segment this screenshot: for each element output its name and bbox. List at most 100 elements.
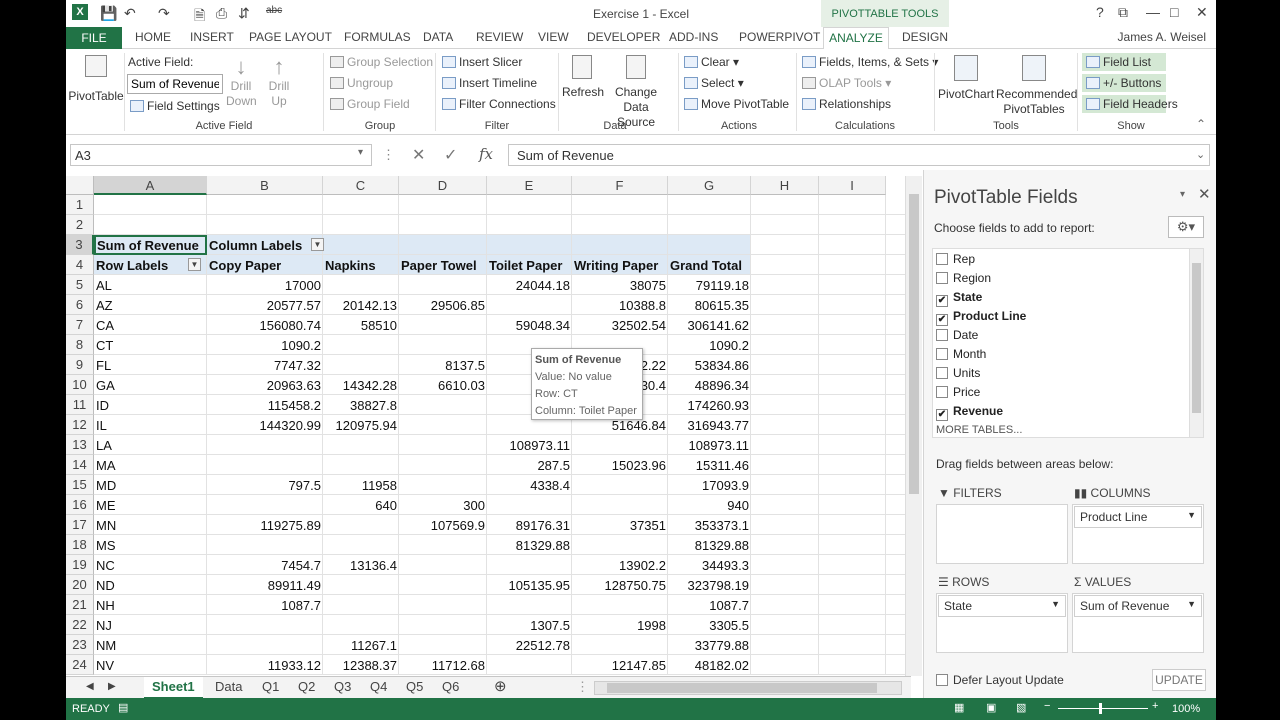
pivot-header-cell[interactable]: Grand Total [668,255,751,275]
row-header-11[interactable]: 11 [66,395,94,415]
zoom-in-icon[interactable]: + [1152,700,1158,712]
collapse-ribbon-icon[interactable]: ⌃ [1196,117,1206,131]
rows-item[interactable]: State ▼ [938,595,1066,617]
row-label-cell[interactable]: AL [94,275,207,295]
values-item-dropdown-icon[interactable]: ▼ [1187,599,1196,609]
insert-function-icon[interactable]: fx [479,145,493,163]
sheet-tab-q3[interactable]: Q3 [334,679,351,694]
sheet-tab-q2[interactable]: Q2 [298,679,315,694]
checkbox-icon[interactable] [936,348,948,360]
sheet-tab-q1[interactable]: Q1 [262,679,279,694]
row-header-23[interactable]: 23 [66,635,94,655]
sheet-tab-data[interactable]: Data [215,679,242,694]
zoom-slider[interactable] [1058,708,1148,709]
value-cell[interactable]: 33779.88 [668,635,751,655]
value-cell[interactable]: 287.5 [487,455,572,475]
value-cell[interactable]: 1090.2 [668,335,751,355]
change-data-source-button[interactable]: Change Data Source [604,55,668,130]
column-header-a[interactable]: A [94,176,207,195]
column-header-c[interactable]: C [323,176,399,195]
value-cell[interactable]: 7747.32 [207,355,323,375]
next-sheet-icon[interactable]: ▶ [108,681,116,692]
user-name[interactable]: James A. Weisel [1118,30,1206,44]
value-cell[interactable]: 1307.5 [487,615,572,635]
row-header-13[interactable]: 13 [66,435,94,455]
move-pivottable-button[interactable]: Move PivotTable [684,97,789,111]
row-labels-filter-icon[interactable]: ▼ [188,258,201,271]
page-break-view-icon[interactable]: ▧ [1016,701,1026,714]
value-cell[interactable]: 89911.49 [207,575,323,595]
value-cell[interactable]: 38827.8 [323,395,399,415]
row-label-cell[interactable]: NM [94,635,207,655]
olap-tools-button[interactable]: OLAP Tools ▾ [802,76,891,90]
select-button[interactable]: Select ▾ [684,76,744,90]
value-cell[interactable]: 53834.86 [668,355,751,375]
value-cell[interactable]: 22512.78 [487,635,572,655]
field-state[interactable]: ✔ State [936,290,982,307]
pivottable-button[interactable]: PivotTable [68,55,124,104]
value-cell[interactable]: 11712.68 [399,655,487,675]
value-cell[interactable]: 6610.03 [399,375,487,395]
value-cell[interactable]: 17093.9 [668,475,751,495]
checkbox-icon[interactable] [936,386,948,398]
row-label-cell[interactable]: MA [94,455,207,475]
group-field-button[interactable]: Group Field [330,97,410,111]
column-labels-filter-icon[interactable]: ▼ [311,238,324,251]
value-cell[interactable]: 323798.19 [668,575,751,595]
checked-checkbox-icon[interactable]: ✔ [936,295,948,307]
worksheet-grid[interactable]: ABCDEFGHI 1 2 3 4 5 6 7 8 9 10 11 12 13 14 15 16 17 18 19 2… [66,176,911,676]
value-cell[interactable]: 156080.74 [207,315,323,335]
tab-design[interactable]: DESIGN [902,30,948,44]
columns-area[interactable]: Product Line ▼ [1072,504,1204,564]
value-cell[interactable]: 13902.2 [572,555,668,575]
value-cell[interactable]: 17000 [207,275,323,295]
active-field-input[interactable] [127,74,223,94]
row-header-14[interactable]: 14 [66,455,94,475]
checkbox-icon[interactable] [936,367,948,379]
value-cell[interactable]: 48182.02 [668,655,751,675]
pivot-header-cell[interactable]: Writing Paper [572,255,668,275]
row-label-cell[interactable]: NJ [94,615,207,635]
value-cell[interactable]: 12147.85 [572,655,668,675]
row-label-cell[interactable]: MS [94,535,207,555]
row-header-19[interactable]: 19 [66,555,94,575]
value-cell[interactable]: 144320.99 [207,415,323,435]
value-cell[interactable]: 4338.4 [487,475,572,495]
pivot-header-cell[interactable]: Napkins [323,255,399,275]
column-header-h[interactable]: H [751,176,819,195]
field-settings-button[interactable]: Field Settings [130,99,220,113]
field-month[interactable]: Month [936,347,986,361]
value-cell[interactable]: 1087.7 [668,595,751,615]
checked-checkbox-icon[interactable]: ✔ [936,314,948,326]
field-date[interactable]: Date [936,328,978,342]
tab-view[interactable]: VIEW [538,30,569,44]
rows-item-dropdown-icon[interactable]: ▼ [1051,599,1060,609]
checked-checkbox-icon[interactable]: ✔ [936,409,948,421]
values-item[interactable]: Sum of Revenue ▼ [1074,595,1202,617]
group-selection-button[interactable]: Group Selection [330,55,433,69]
value-cell[interactable]: 1998 [572,615,668,635]
value-cell[interactable]: 89176.31 [487,515,572,535]
name-box-dropdown-icon[interactable]: ▾ [358,147,363,158]
checkbox-icon[interactable] [936,272,948,284]
cancel-icon[interactable]: ✕ [412,145,425,165]
field-rep[interactable]: Rep [936,252,975,266]
field-product-line[interactable]: ✔ Product Line [936,309,1026,326]
filter-connections-button[interactable]: Filter Connections [442,97,556,111]
help-icon[interactable]: ? [1096,4,1104,20]
row-header-18[interactable]: 18 [66,535,94,555]
value-cell[interactable]: 108973.11 [487,435,572,455]
value-cell[interactable]: 59048.34 [487,315,572,335]
formula-input[interactable]: Sum of Revenue [508,144,1210,166]
filters-area[interactable] [936,504,1068,564]
column-header-f[interactable]: F [572,176,668,195]
value-cell[interactable]: 797.5 [207,475,323,495]
value-cell[interactable]: 107569.9 [399,515,487,535]
row-header-6[interactable]: 6 [66,295,94,315]
value-cell[interactable]: 81329.88 [668,535,751,555]
row-label-cell[interactable]: AZ [94,295,207,315]
value-cell[interactable]: 11933.12 [207,655,323,675]
value-cell[interactable]: 1090.2 [207,335,323,355]
tab-data[interactable]: DATA [423,30,453,44]
tab-insert[interactable]: INSERT [190,30,234,44]
